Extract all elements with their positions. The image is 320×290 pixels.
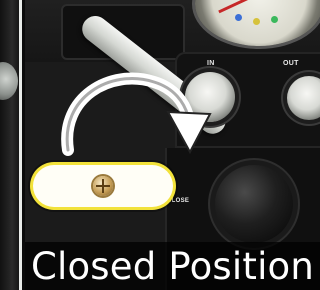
gauge-blue-dot	[235, 14, 242, 21]
frame-divider	[19, 0, 22, 290]
closed-position-photo: IN OUT CLOSE Closed Position	[0, 0, 320, 290]
gauge-needle	[218, 0, 256, 14]
screw-icon	[93, 176, 113, 196]
gauge-yellow-dot	[253, 18, 260, 25]
close-label: CLOSE	[167, 198, 190, 204]
caption-bar: Closed Position	[25, 242, 320, 290]
black-control-knob[interactable]	[215, 165, 293, 243]
out-label: OUT	[283, 60, 299, 67]
gauge-green-dot	[271, 16, 278, 23]
caption-text: Closed Position	[30, 244, 315, 288]
curved-arrow-icon	[61, 72, 212, 156]
left-edge-knob	[0, 62, 18, 100]
left-panel-edge	[0, 0, 22, 290]
